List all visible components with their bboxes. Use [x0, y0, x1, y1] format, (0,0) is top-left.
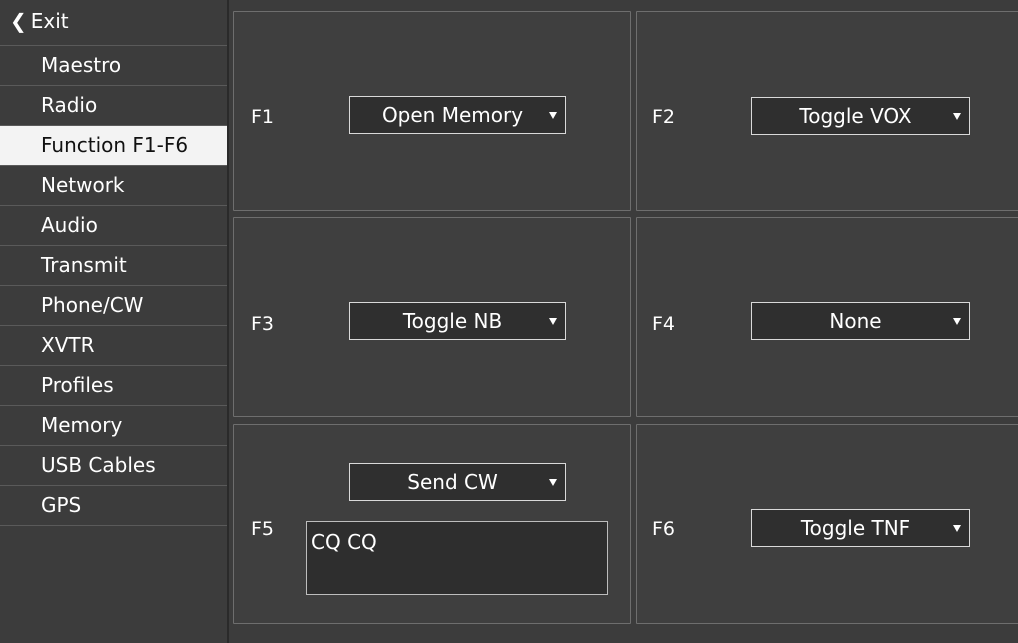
f3-dropdown-value: Toggle NB [402, 309, 503, 333]
triangle-down-icon [953, 524, 961, 532]
f1-dropdown[interactable]: Open Memory [349, 96, 566, 134]
chevron-left-icon: ❮ [10, 9, 27, 33]
sidebar-item-phone-cw[interactable]: Phone/CW [0, 286, 227, 326]
f6-label: F6 [652, 518, 676, 540]
sidebar-item-usb-cables[interactable]: USB Cables [0, 446, 227, 486]
f5-cw-text-input[interactable]: CQ CQ [306, 521, 608, 595]
f3-dropdown[interactable]: Toggle NB [349, 302, 566, 340]
sidebar-item-radio[interactable]: Radio [0, 86, 227, 126]
f5-panel: F5 Send CW CQ CQ [233, 424, 631, 624]
sidebar-item-gps[interactable]: GPS [0, 486, 227, 526]
f1-dropdown-value: Open Memory [381, 103, 524, 127]
triangle-down-icon [953, 317, 961, 325]
f6-panel: F6 Toggle TNF [636, 424, 1018, 624]
f1-panel: F1 Open Memory [233, 11, 631, 211]
sidebar-item-transmit[interactable]: Transmit [0, 246, 227, 286]
triangle-down-icon [549, 478, 557, 486]
sidebar-item-memory[interactable]: Memory [0, 406, 227, 446]
exit-button[interactable]: ❮ Exit [0, 0, 227, 46]
triangle-down-icon [549, 317, 557, 325]
triangle-down-icon [953, 112, 961, 120]
f5-dropdown-value: Send CW [407, 470, 498, 494]
sidebar-item-audio[interactable]: Audio [0, 206, 227, 246]
f1-label: F1 [251, 106, 275, 128]
f3-panel: F3 Toggle NB [233, 217, 631, 417]
f4-label: F4 [652, 313, 676, 335]
f2-dropdown-value: Toggle VOX [799, 104, 912, 128]
f2-label: F2 [652, 106, 676, 128]
sidebar-item-maestro[interactable]: Maestro [0, 46, 227, 86]
f5-label: F5 [251, 518, 275, 540]
sidebar-item-network[interactable]: Network [0, 166, 227, 206]
function-keys-panel: F1 Open Memory F2 Toggle VOX F3 Toggle N… [229, 0, 1018, 643]
f6-dropdown-value: Toggle TNF [800, 516, 911, 540]
triangle-down-icon [549, 111, 557, 119]
sidebar-item-profiles[interactable]: Profiles [0, 366, 227, 406]
f5-dropdown[interactable]: Send CW [349, 463, 566, 501]
exit-label: Exit [30, 9, 69, 33]
f4-dropdown[interactable]: None [751, 302, 970, 340]
f6-dropdown[interactable]: Toggle TNF [751, 509, 970, 547]
f4-dropdown-value: None [829, 309, 882, 333]
sidebar-item-function-f1-f6[interactable]: Function F1-F6 [0, 126, 227, 166]
f2-dropdown[interactable]: Toggle VOX [751, 97, 970, 135]
f2-panel: F2 Toggle VOX [636, 11, 1018, 211]
f3-label: F3 [251, 313, 275, 335]
sidebar-item-xvtr[interactable]: XVTR [0, 326, 227, 366]
settings-sidebar: ❮ Exit Maestro Radio Function F1-F6 Netwo… [0, 0, 229, 643]
f4-panel: F4 None [636, 217, 1018, 417]
